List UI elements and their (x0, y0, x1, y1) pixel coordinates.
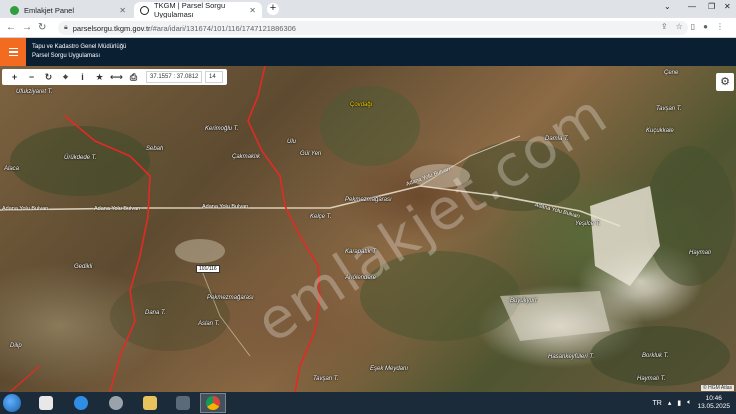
url-path: /#ara/idari/131674/101/116/1747121886306 (150, 23, 296, 33)
coordinate-field[interactable]: 37.1557 : 37.0812 (146, 71, 202, 83)
share-icon[interactable]: ⇪ (661, 22, 668, 31)
menu-icon[interactable]: ⋮ (716, 22, 724, 31)
map-label: Haymalı T. (637, 376, 666, 382)
map-label: Aslan T. (198, 321, 220, 327)
system-tray: TR ▴ ▮ 🔈︎ 10:46 13.05.2025 (653, 395, 730, 411)
map-label: Sebah (146, 146, 164, 152)
sidebar-icon[interactable]: ▯ (691, 22, 695, 31)
app-title-line2: Parsel Sorgu Uygulaması (32, 53, 101, 59)
parcel-marker[interactable]: 101/116 (196, 265, 220, 273)
map-label: Kelçe T. (310, 214, 332, 220)
clock-time: 10:46 (705, 395, 722, 402)
close-tab-icon[interactable]: ✕ (249, 6, 256, 15)
tab-tkgm[interactable]: TKGM | Parsel Sorgu Uygulaması ✕ (134, 1, 262, 19)
road-label: Adana Yolu Bulvarı (202, 204, 249, 210)
map-label: Eşek Meydanı (370, 366, 409, 372)
tab-title: TKGM | Parsel Sorgu Uygulaması (154, 1, 226, 19)
map-label: Yeşilce T. (575, 221, 601, 227)
close-tab-icon[interactable]: ✕ (119, 6, 126, 15)
map-label: Ulu (287, 139, 297, 145)
address-bar[interactable]: 🔒︎ parselsorgu.tkgm.gov.tr/#ara/idari/13… (58, 21, 688, 35)
map-label: Kerimoğlu T. (205, 126, 239, 132)
bookmark-star-icon[interactable]: ☆ (676, 22, 683, 31)
map-label: Tavşan T. (656, 106, 682, 112)
tkgm-favicon-icon (140, 5, 149, 15)
app-title-line1: Tapu ve Kadastro Genel Müdürlüğü (32, 44, 127, 50)
media-center-icon[interactable] (103, 393, 129, 413)
internet-explorer-icon[interactable] (68, 393, 94, 413)
chrome-icon[interactable] (200, 393, 226, 413)
map-label: Çakmaklık (232, 154, 261, 160)
settings-gear-button[interactable]: ⚙ (716, 73, 734, 91)
zoom-level-field[interactable]: 14 (205, 71, 223, 83)
info-icon[interactable]: i (74, 70, 91, 84)
tab-emlakjet[interactable]: Emlakjet Panel ✕ (4, 2, 132, 18)
map-label: Gül Yeri (300, 151, 322, 157)
media-player-icon[interactable] (33, 393, 59, 413)
map-label: Tavşan T. (313, 376, 339, 382)
map-label: Borkluk T. (642, 353, 669, 359)
map-label: Çovdağı (350, 102, 373, 108)
network-status-icon[interactable]: ▮ (677, 399, 681, 407)
new-tab-button[interactable]: + (267, 3, 279, 15)
reload-icon[interactable]: ↻ (38, 22, 46, 34)
browser-toolbar: ← → ↻ 🔒︎ parselsorgu.tkgm.gov.tr/#ara/id… (0, 18, 736, 38)
profile-icon[interactable]: ● (703, 22, 708, 31)
tray-arrow-icon[interactable]: ▴ (668, 399, 672, 407)
forward-icon[interactable]: → (22, 22, 32, 34)
measure-icon[interactable]: ⟷ (108, 70, 125, 84)
language-indicator[interactable]: TR (653, 400, 662, 407)
refresh-icon[interactable]: ↻ (40, 70, 57, 84)
map-label: Hasankeyfüleri T. (548, 354, 595, 360)
file-explorer-icon[interactable] (137, 393, 163, 413)
map-label: Gedikli (74, 264, 93, 270)
map-label: Haymalı (689, 250, 712, 256)
map-toolbar: + − ↻ ⌖ i ★ ⟷ ⎙ 37.1557 : 37.0812 14 (2, 69, 227, 85)
maximize-icon[interactable]: ❐ (708, 2, 715, 11)
clock[interactable]: 10:46 13.05.2025 (697, 395, 730, 411)
satellite-map[interactable]: emlakjet.com Ufukziyaret T. Çovdağı Çene… (0, 66, 736, 392)
hamburger-menu-button[interactable] (0, 38, 26, 66)
url-host: parselsorgu.tkgm.gov.tr (72, 23, 151, 33)
back-icon[interactable]: ← (6, 22, 16, 34)
minimize-icon[interactable]: — (688, 2, 696, 11)
map-label: Kuçukkale (646, 128, 674, 134)
emlakjet-favicon-icon (10, 5, 19, 15)
zoom-in-button[interactable]: + (6, 70, 23, 84)
zoom-out-button[interactable]: − (23, 70, 40, 84)
app-title: Tapu ve Kadastro Genel Müdürlüğü Parsel … (32, 43, 126, 61)
map-label: Pekmezmağarası (345, 197, 392, 203)
map-label: Dilip (10, 343, 22, 349)
clock-date: 13.05.2025 (697, 403, 730, 410)
map-label: Arıölendere (345, 275, 377, 281)
map-label: Karapatık T. (345, 249, 378, 255)
locate-icon[interactable]: ⌖ (57, 70, 74, 84)
map-label: Çene (664, 70, 679, 76)
favorite-star-icon[interactable]: ★ (91, 70, 108, 84)
map-label: Ürükdede T. (64, 155, 97, 161)
map-attribution: © HGM Atlas (701, 385, 734, 391)
taskbar: TR ▴ ▮ 🔈︎ 10:46 13.05.2025 (0, 392, 736, 414)
map-label: Dana T. (145, 310, 166, 316)
app-header: Tapu ve Kadastro Genel Müdürlüğü Parsel … (0, 38, 736, 66)
map-label: Pekmezmağarası (207, 295, 254, 301)
start-button[interactable] (3, 394, 21, 412)
map-label: Ufukziyaret T. (16, 89, 53, 95)
lock-icon: 🔒︎ (64, 24, 68, 31)
close-window-icon[interactable]: ✕ (724, 2, 731, 11)
print-icon[interactable]: ⎙ (125, 70, 142, 84)
road-label: Adana Yolu Bulvarı (2, 206, 49, 212)
map-label: Büyükyurt (510, 298, 537, 304)
tab-search-icon[interactable]: ⌄ (664, 2, 671, 11)
road-label: Adana Yolu Bulvarı (94, 206, 141, 212)
volume-icon[interactable]: 🔈︎ (687, 399, 691, 407)
network-icon[interactable] (170, 393, 196, 413)
map-label: Damla T. (545, 136, 569, 142)
tab-title: Emlakjet Panel (24, 5, 75, 15)
browser-tab-strip: Emlakjet Panel ✕ TKGM | Parsel Sorgu Uyg… (0, 0, 736, 19)
map-label: Alaca (4, 166, 20, 172)
